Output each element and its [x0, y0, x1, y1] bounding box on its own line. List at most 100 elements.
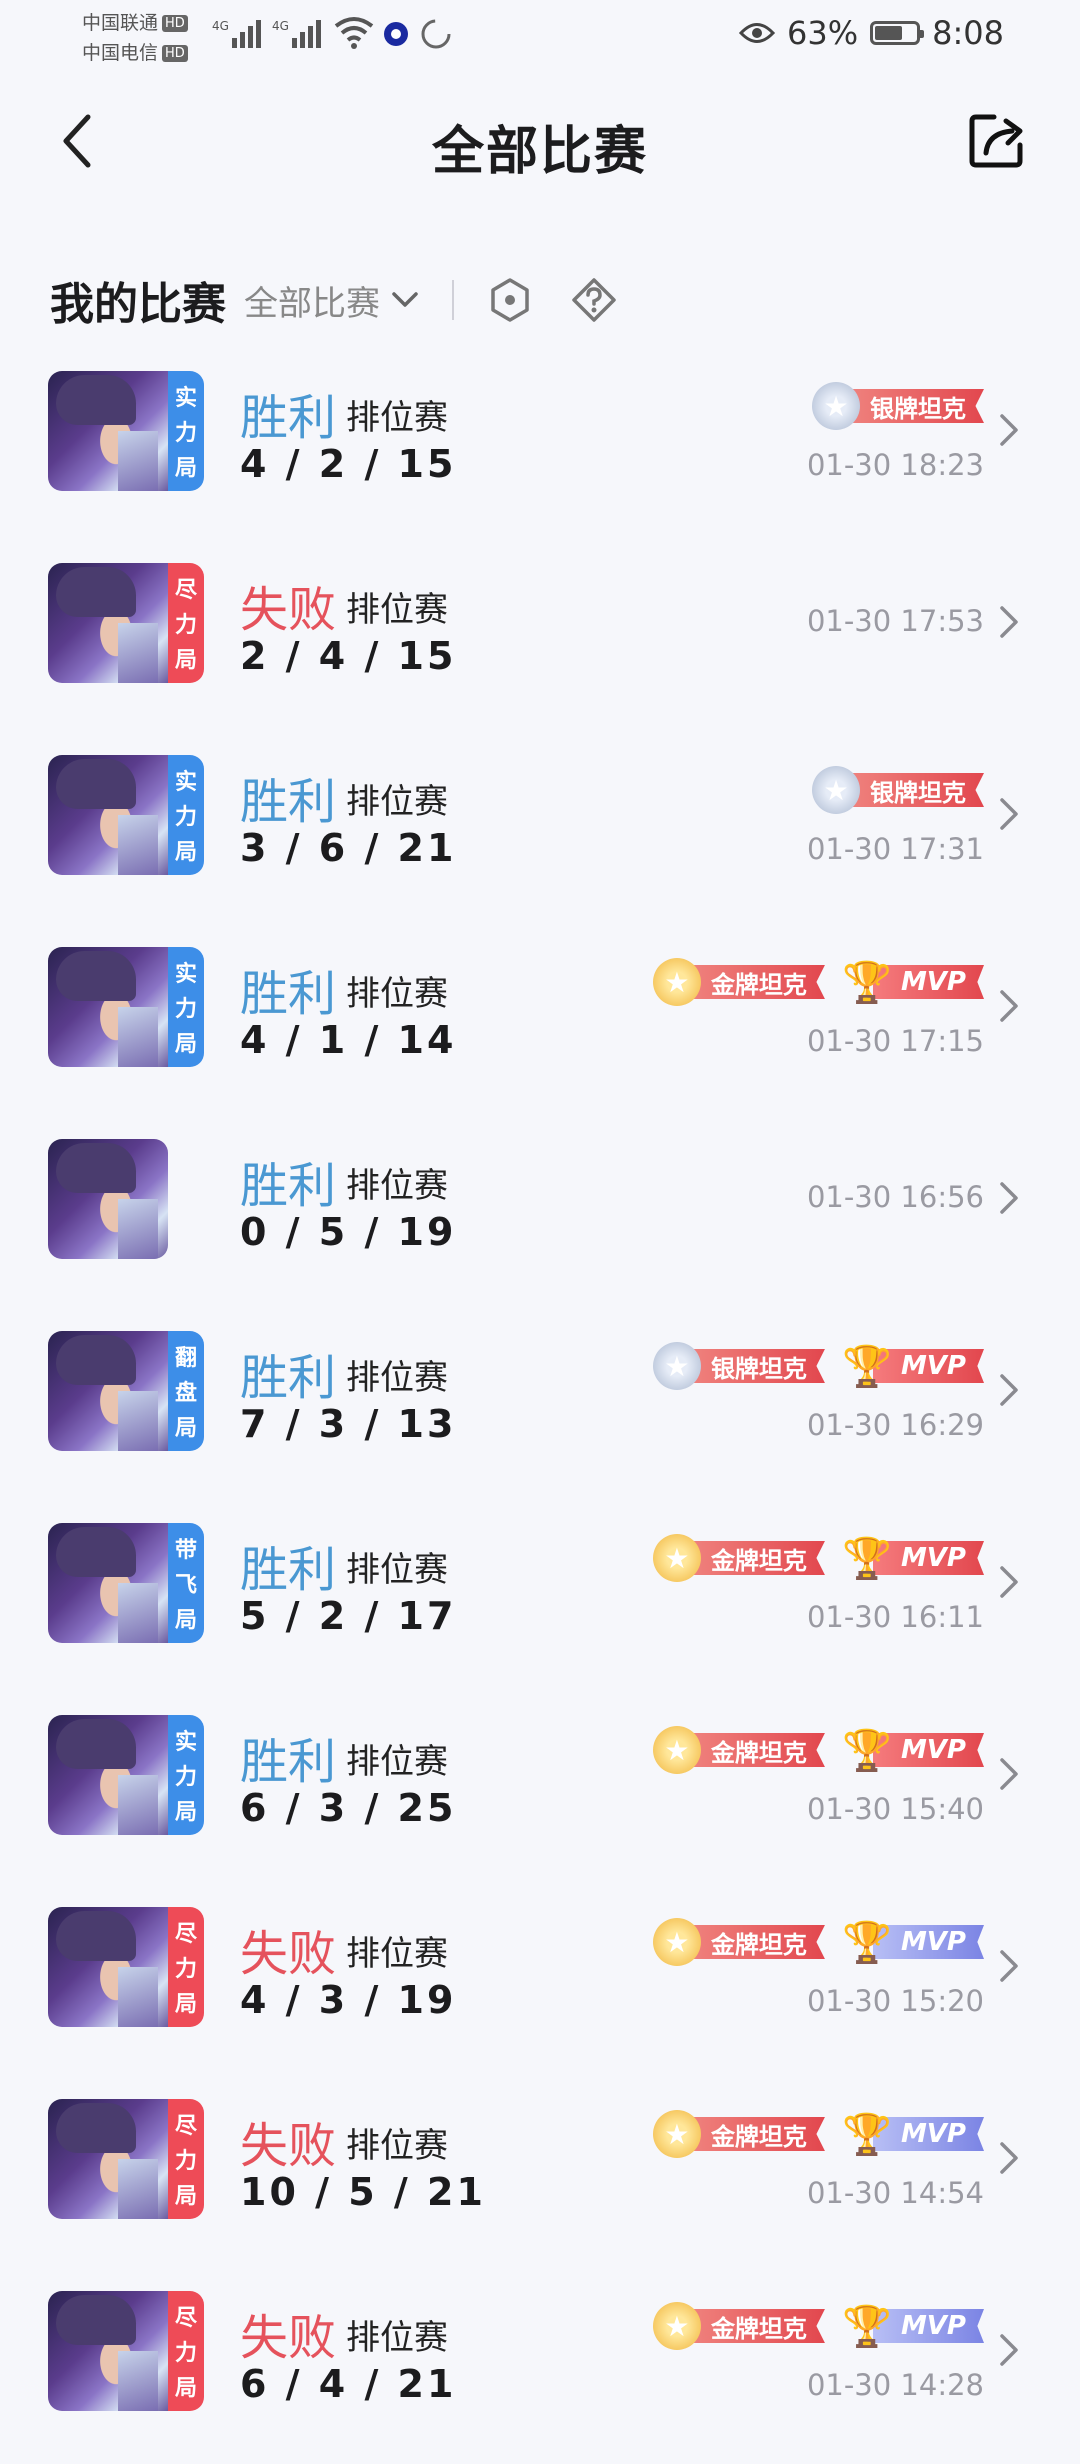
match-row[interactable]: 翻盘局 胜利 排位赛 7 / 3 / 13 ★ 银牌坦克 🏆 MVP 01-30… — [0, 1312, 1080, 1504]
tank-badge: ★ 金牌坦克 — [652, 1726, 825, 1774]
match-row[interactable]: 带飞局 胜利 排位赛 5 / 2 / 17 ★ 金牌坦克 🏆 MVP 01-30… — [0, 1504, 1080, 1696]
trophy-icon: 🏆 — [842, 1343, 892, 1390]
hero-portrait — [48, 2099, 168, 2219]
badge-label: 金牌坦克 — [682, 1541, 825, 1575]
hexagon-settings-icon[interactable] — [486, 276, 534, 324]
chevron-right-icon — [1000, 414, 1018, 446]
chevron-right-icon — [1000, 798, 1018, 830]
kda: 6 / 3 / 25 — [240, 1786, 457, 1830]
section-title: 我的比赛 — [50, 279, 226, 330]
gold-medal-icon: ★ — [652, 1534, 701, 1582]
match-result: 胜利 — [240, 1350, 337, 1406]
kda: 0 / 5 / 19 — [240, 1210, 457, 1254]
tank-badge: ★ 银牌坦克 — [812, 766, 984, 814]
achievement-badges: ★ 银牌坦克 🏆 MVP — [652, 1342, 984, 1390]
tag-char: 力 — [174, 2148, 197, 2174]
match-result: 胜利 — [240, 1158, 337, 1214]
match-type-tag: 实力局 — [168, 371, 204, 491]
silver-medal-icon: ★ — [812, 382, 860, 430]
match-type-tag: 尽力局 — [168, 1907, 204, 2027]
match-type-tag: 实力局 — [168, 947, 204, 1067]
match-mode: 排位赛 — [346, 2318, 448, 2358]
eye-comfort-icon — [739, 23, 776, 43]
mvp-badge: 🏆 MVP — [842, 1344, 984, 1390]
badge-label: 金牌坦克 — [682, 965, 825, 999]
match-result: 胜利 — [240, 390, 337, 446]
tank-badge: ★ 银牌坦克 — [652, 1342, 825, 1390]
match-filter-dropdown[interactable]: 全部比赛 — [244, 276, 420, 325]
match-list: 实力局 胜利 排位赛 4 / 2 / 15 ★ 银牌坦克 01-30 18:23… — [0, 352, 1080, 2464]
badge-label: 银牌坦克 — [682, 1349, 825, 1383]
match-mode: 排位赛 — [346, 782, 448, 822]
gold-medal-icon: ★ — [652, 2110, 701, 2158]
tag-char: 盘 — [174, 1380, 197, 1406]
tag-char: 局 — [174, 1031, 197, 1057]
silver-medal-icon: ★ — [652, 1342, 701, 1390]
kda: 10 / 5 / 21 — [240, 2170, 486, 2214]
match-time: 01-30 15:20 — [806, 1984, 984, 2018]
battery-icon — [870, 21, 925, 45]
gold-medal-icon: ★ — [652, 958, 701, 1006]
tag-char: 局 — [174, 1991, 197, 2017]
tag-char: 力 — [174, 1764, 197, 1790]
tag-char: 力 — [174, 612, 197, 638]
match-row[interactable]: 实力局 胜利 排位赛 6 / 3 / 25 ★ 金牌坦克 🏆 MVP 01-30… — [0, 1696, 1080, 1888]
hero-avatar: 实力局 — [48, 947, 204, 1067]
tag-char: 局 — [174, 1799, 197, 1825]
share-icon[interactable] — [966, 109, 1028, 171]
match-row[interactable]: 实力局 胜利 排位赛 4 / 1 / 14 ★ 金牌坦克 🏆 MVP 01-30… — [0, 928, 1080, 1120]
achievement-badges: ★ 金牌坦克 🏆 MVP — [652, 1726, 984, 1774]
hero-avatar: 尽力局 — [48, 2291, 204, 2411]
hero-portrait — [48, 1139, 168, 1259]
achievement-badges: ★ 金牌坦克 🏆 MVP — [652, 2302, 984, 2350]
match-time: 01-30 16:29 — [806, 1408, 984, 1442]
hero-avatar: 实力局 — [48, 1715, 204, 1835]
match-mode: 排位赛 — [346, 974, 448, 1014]
tag-char: 局 — [174, 1415, 197, 1441]
achievement-badges: ★ 金牌坦克 🏆 MVP — [652, 2110, 984, 2158]
match-result: 胜利 — [240, 774, 337, 830]
match-result: 失败 — [240, 2118, 337, 2174]
hero-portrait — [48, 947, 168, 1067]
chevron-right-icon — [1000, 2142, 1018, 2174]
tag-char: 局 — [174, 2375, 197, 2401]
tag-char: 尽 — [174, 2306, 197, 2332]
achievement-badges: ★ 金牌坦克 🏆 MVP — [652, 1918, 984, 1966]
chevron-down-icon — [392, 292, 418, 307]
status-bar: 中国联通 HD 中国电信 HD 4G 4G 63% 8:08 — [0, 0, 1080, 72]
tag-char: 局 — [174, 1607, 197, 1633]
match-row[interactable]: 胜利 排位赛 0 / 5 / 19 01-30 16:56 — [0, 1120, 1080, 1312]
match-row[interactable]: 实力局 胜利 排位赛 3 / 6 / 21 ★ 银牌坦克 01-30 17:31 — [0, 736, 1080, 928]
badge-label: 金牌坦克 — [682, 1733, 825, 1767]
mvp-badge: 🏆 MVP — [842, 1728, 984, 1774]
match-row[interactable]: 尽力局 失败 排位赛 6 / 4 / 21 ★ 金牌坦克 🏆 MVP 01-30… — [0, 2272, 1080, 2464]
match-time: 01-30 17:53 — [806, 604, 984, 638]
match-type-tag: 实力局 — [168, 755, 204, 875]
tank-badge: ★ 金牌坦克 — [652, 2302, 825, 2350]
trophy-icon: 🏆 — [842, 959, 892, 1006]
achievement-badges: ★ 银牌坦克 — [812, 382, 984, 430]
mvp-badge: 🏆 MVP — [842, 2304, 984, 2350]
kda: 3 / 6 / 21 — [240, 826, 457, 870]
match-type-tag: 尽力局 — [168, 2291, 204, 2411]
hero-portrait — [48, 371, 168, 491]
carrier-2: 中国电信 — [82, 42, 159, 64]
hero-avatar — [48, 1139, 168, 1259]
tag-char: 实 — [174, 1730, 197, 1756]
tag-char: 力 — [174, 1956, 197, 1982]
tag-char: 实 — [174, 962, 197, 988]
match-row[interactable]: 尽力局 失败 排位赛 10 / 5 / 21 ★ 金牌坦克 🏆 MVP 01-3… — [0, 2080, 1080, 2272]
clock: 8:08 — [932, 14, 1004, 52]
gold-medal-icon: ★ — [652, 1918, 701, 1966]
match-type-tag: 翻盘局 — [168, 1331, 204, 1451]
hd-badge: HD — [162, 45, 188, 62]
hero-avatar: 带飞局 — [48, 1523, 204, 1643]
wifi-icon — [334, 17, 374, 49]
match-row[interactable]: 尽力局 失败 排位赛 4 / 3 / 19 ★ 金牌坦克 🏆 MVP 01-30… — [0, 1888, 1080, 2080]
trophy-icon: 🏆 — [842, 2303, 892, 2350]
match-row[interactable]: 实力局 胜利 排位赛 4 / 2 / 15 ★ 银牌坦克 01-30 18:23 — [0, 352, 1080, 544]
help-icon[interactable] — [570, 276, 618, 324]
tag-char: 局 — [174, 455, 197, 481]
tag-char: 实 — [174, 770, 197, 796]
match-row[interactable]: 尽力局 失败 排位赛 2 / 4 / 15 01-30 17:53 — [0, 544, 1080, 736]
